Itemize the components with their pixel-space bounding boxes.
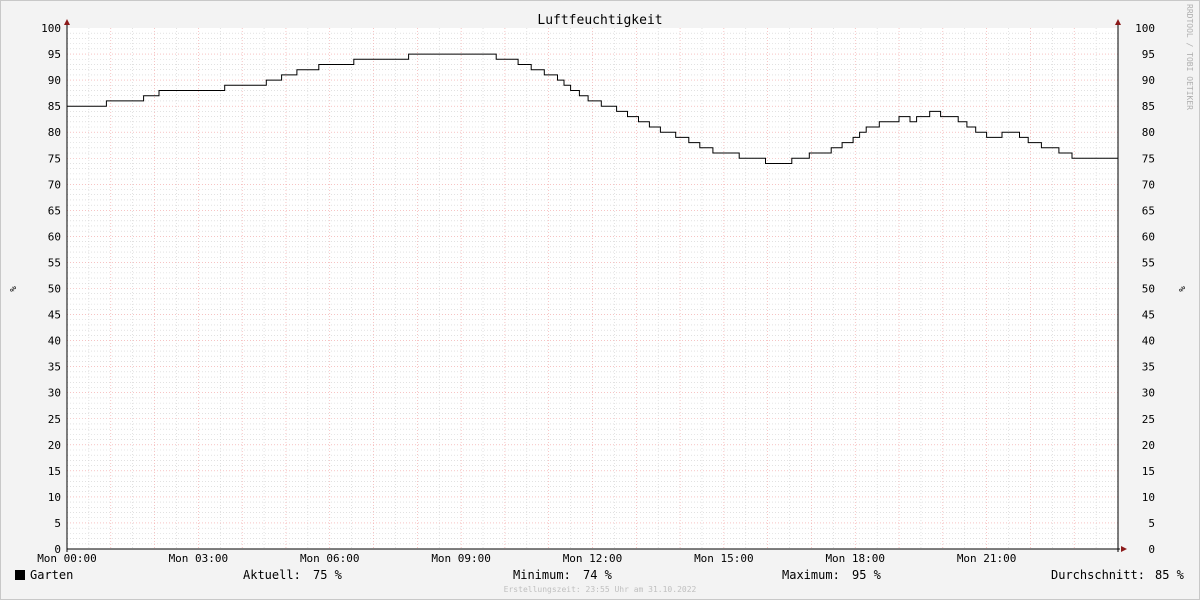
- y-tick-label-right: 60: [1142, 230, 1155, 243]
- y-axis-label-left: %: [7, 286, 17, 292]
- x-tick-label: Mon 03:00: [169, 552, 229, 565]
- y-tick-label-left: 100: [41, 22, 61, 35]
- y-tick-label-right: 35: [1142, 361, 1155, 374]
- y-tick-label-left: 95: [48, 48, 61, 61]
- legend-min-value: 74 %: [583, 568, 612, 582]
- y-tick-label-right: 20: [1142, 439, 1155, 452]
- footer-timestamp: Erstellungszeit: 23:55 Uhr am 31.10.2022: [504, 585, 697, 594]
- x-tick-label: Mon 12:00: [563, 552, 623, 565]
- y-tick-label-right: 100: [1135, 22, 1155, 35]
- legend-swatch: [15, 570, 25, 580]
- y-tick-label-left: 70: [48, 178, 61, 191]
- legend-max-value: 95 %: [852, 568, 881, 582]
- y-tick-label-left: 40: [48, 335, 61, 348]
- y-tick-label-left: 5: [54, 517, 61, 530]
- y-tick-label-left: 35: [48, 361, 61, 374]
- y-tick-label-left: 30: [48, 387, 61, 400]
- y-tick-label-right: 40: [1142, 335, 1155, 348]
- legend-avg-label: Durchschnitt:: [1051, 568, 1145, 582]
- legend-min-label: Minimum:: [513, 568, 571, 582]
- y-tick-label-right: 70: [1142, 178, 1155, 191]
- y-axis-label-right: %: [1176, 286, 1186, 292]
- y-tick-label-left: 10: [48, 491, 61, 504]
- y-tick-label-left: 60: [48, 230, 61, 243]
- y-tick-label-left: 25: [48, 413, 61, 426]
- y-tick-label-right: 15: [1142, 465, 1155, 478]
- y-tick-label-right: 30: [1142, 387, 1155, 400]
- y-tick-label-left: 45: [48, 309, 61, 322]
- y-tick-label-left: 50: [48, 283, 61, 296]
- y-tick-label-right: 50: [1142, 283, 1155, 296]
- x-tick-label: Mon 15:00: [694, 552, 754, 565]
- legend-avg-value: 85 %: [1155, 568, 1184, 582]
- x-tick-label: Mon 18:00: [825, 552, 885, 565]
- y-tick-label-right: 25: [1142, 413, 1155, 426]
- legend-max-label: Maximum:: [782, 568, 840, 582]
- legend-current-value: 75 %: [313, 568, 342, 582]
- watermark: RRDTOOL / TOBI OETIKER: [1185, 4, 1194, 110]
- y-tick-label-right: 0: [1148, 543, 1155, 556]
- x-axis-arrow: [1121, 546, 1127, 552]
- x-tick-label: Mon 21:00: [957, 552, 1017, 565]
- y-tick-label-left: 20: [48, 439, 61, 452]
- y-tick-label-right: 90: [1142, 74, 1155, 87]
- y-axis-arrow-right: [1115, 19, 1121, 25]
- legend-current-label: Aktuell:: [243, 568, 301, 582]
- y-tick-label-left: 15: [48, 465, 61, 478]
- y-tick-label-right: 85: [1142, 100, 1155, 113]
- y-tick-label-left: 65: [48, 204, 61, 217]
- y-tick-label-left: 75: [48, 152, 61, 165]
- y-tick-label-right: 45: [1142, 309, 1155, 322]
- chart-svg: Luftfeuchtigkeit RRDTOOL / TOBI OETIKER …: [7, 4, 1194, 594]
- y-tick-label-left: 55: [48, 256, 61, 269]
- x-tick-label: Mon 06:00: [300, 552, 360, 565]
- plot-layer: 0 05 510 1015 1520 2025 2530 3035 3540 4045 4550 50…: [37, 19, 1155, 565]
- y-tick-label-right: 80: [1142, 126, 1155, 139]
- y-tick-label-left: 85: [48, 100, 61, 113]
- y-tick-label-right: 95: [1142, 48, 1155, 61]
- y-tick-label-right: 5: [1148, 517, 1155, 530]
- y-tick-label-right: 65: [1142, 204, 1155, 217]
- y-tick-label-left: 90: [48, 74, 61, 87]
- legend-row: Garten Aktuell: 75 % Minimum: 74 % Maxim…: [0, 566, 1200, 586]
- y-axis-arrow-left: [64, 19, 70, 25]
- y-tick-label-right: 75: [1142, 152, 1155, 165]
- x-tick-label: Mon 00:00: [37, 552, 97, 565]
- chart-title: Luftfeuchtigkeit: [537, 13, 662, 28]
- y-tick-label-left: 80: [48, 126, 61, 139]
- legend-series-name: Garten: [30, 568, 74, 582]
- y-tick-label-right: 55: [1142, 256, 1155, 269]
- y-tick-label-right: 10: [1142, 491, 1155, 504]
- x-tick-label: Mon 09:00: [431, 552, 491, 565]
